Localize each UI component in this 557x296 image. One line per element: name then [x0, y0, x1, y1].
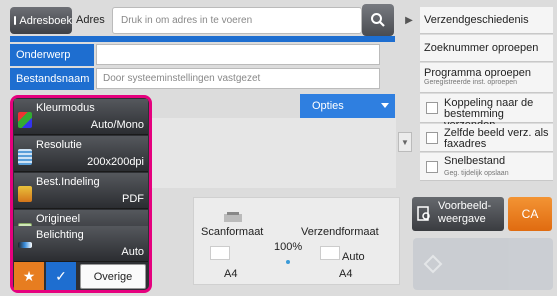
scan-size-value: A4: [224, 268, 238, 280]
address-input[interactable]: Druk in om adres in te voeren: [112, 7, 362, 34]
ca-button[interactable]: CA: [508, 197, 552, 231]
menu-call-program[interactable]: Programma oproepen Geregistreerde inst. …: [420, 63, 553, 93]
address-placeholder: Druk in om adres in te voeren: [121, 15, 253, 26]
preview-button[interactable]: Voorbeeld-weergave: [412, 197, 504, 231]
setting-name: Origineel: [36, 213, 81, 225]
menu-same-image[interactable]: Zelfde beeld verz. als faxadres: [420, 124, 553, 152]
setting-value: PDF: [122, 193, 144, 205]
setting-value: Auto: [121, 246, 144, 258]
call-program-sub: Geregistreerde inst. oproepen: [424, 79, 517, 86]
address-book-icon: [14, 16, 17, 25]
start-icon: [423, 254, 443, 274]
star-icon: ★: [22, 267, 36, 284]
scan-paper-icon: [210, 246, 230, 260]
scroll-down-button[interactable]: ▼: [398, 132, 412, 152]
menu-search-number[interactable]: Zoeknummer oproepen: [420, 35, 553, 62]
menu-quick-file[interactable]: Snelbestand Geg. tijdelijk opslaan: [420, 153, 553, 181]
setting-exposure[interactable]: Belichting Auto: [14, 226, 148, 262]
preview-icon: [417, 206, 430, 221]
setting-value: Auto/Mono: [90, 119, 144, 131]
quick-file-sub: Geg. tijdelijk opslaan: [444, 170, 509, 177]
options-list-area: [152, 118, 396, 188]
scan-size-label: Scanformaat: [201, 226, 264, 238]
setting-name: Resolutie: [36, 139, 82, 151]
setting-color-mode[interactable]: Kleurmodus Auto/Mono: [14, 99, 148, 135]
address-label: Adres: [76, 14, 105, 26]
setting-name: Kleurmodus: [36, 102, 95, 114]
filename-input[interactable]: Door systeeminstellingen vastgezet: [96, 68, 380, 89]
options-button[interactable]: Opties: [300, 94, 395, 118]
start-button[interactable]: [413, 238, 553, 290]
address-book-label: Adresboek: [19, 14, 72, 27]
subject-input[interactable]: [96, 44, 380, 65]
header-strip: [10, 36, 395, 42]
setting-name: Belichting: [36, 229, 84, 241]
search-button[interactable]: [362, 4, 394, 36]
resolution-icon: [18, 149, 32, 165]
arrow-down-icon: ▼: [401, 137, 409, 147]
send-paper-icon: [320, 246, 340, 260]
same-image-checkbox[interactable]: [426, 132, 438, 144]
exposure-icon: [18, 242, 32, 248]
favorites-button[interactable]: ★: [14, 262, 44, 290]
setting-file-format[interactable]: Best.Indeling PDF: [14, 173, 148, 209]
send-auto-value: Auto: [342, 251, 365, 263]
preview-label: Voorbeeld-weergave: [438, 200, 492, 225]
call-program-label: Programma oproepen: [424, 67, 532, 79]
menu-send-history[interactable]: Verzendgeschiedenis: [420, 7, 553, 34]
same-image-label: Zelfde beeld verz. als faxadres: [444, 127, 549, 150]
setting-value: 200x200dpi: [87, 156, 144, 168]
ratio-value: 100%: [274, 241, 303, 253]
setting-resolution[interactable]: Resolutie 200x200dpi: [14, 136, 148, 172]
other-button[interactable]: Overige: [80, 264, 146, 289]
send-size-value: A4: [339, 268, 353, 280]
scanner-icon: [224, 212, 242, 222]
file-format-icon: [18, 186, 32, 202]
chevron-right-icon: ▶: [405, 14, 413, 26]
link-checkbox[interactable]: [426, 102, 438, 114]
checkmark-icon: ✓: [55, 267, 67, 284]
filename-label: Bestandsnaam: [10, 68, 94, 90]
options-label: Opties: [312, 100, 344, 112]
quick-file-checkbox[interactable]: [426, 161, 438, 173]
search-icon: [371, 13, 385, 27]
arrow-dot-icon: [286, 260, 290, 264]
checklist-button[interactable]: ✓: [46, 262, 76, 290]
scan-summary-panel: Scanformaat Verzendformaat 100% Auto A4 …: [193, 197, 400, 285]
quick-file-label: Snelbestand: [444, 155, 506, 167]
address-book-button[interactable]: Adresboek: [10, 7, 72, 34]
send-size-label: Verzendformaat: [301, 226, 379, 238]
chevron-down-icon: [381, 103, 389, 108]
panel-toggle-button[interactable]: ▶: [400, 7, 418, 33]
subject-label: Onderwerp: [10, 44, 94, 66]
color-mode-icon: [18, 112, 32, 128]
setting-name: Best.Indeling: [36, 176, 100, 188]
menu-link-destination[interactable]: Koppeling naar de bestemming verzenden: [420, 94, 553, 131]
